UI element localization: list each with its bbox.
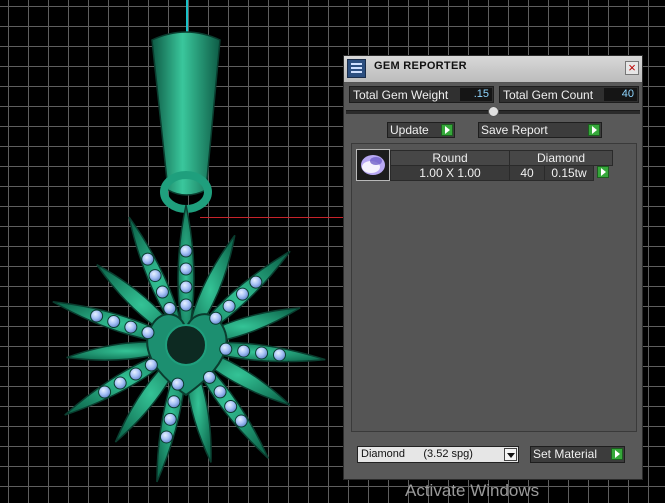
activate-windows-watermark: Activate Windows bbox=[405, 481, 540, 500]
gem-stone bbox=[90, 309, 104, 323]
gem-stone bbox=[159, 430, 173, 444]
title-bar[interactable]: GEM REPORTER × bbox=[344, 56, 642, 83]
total-gem-weight-field: Total Gem Weight .15 bbox=[349, 86, 494, 103]
gem-reporter-panel: GEM REPORTER × Total Gem Weight .15 Tota… bbox=[343, 55, 643, 480]
gem-stone bbox=[179, 262, 193, 276]
gem-stone bbox=[224, 399, 238, 413]
total-gem-count-field: Total Gem Count 40 bbox=[499, 86, 639, 103]
total-gem-count-label: Total Gem Count bbox=[503, 88, 594, 102]
gem-stone bbox=[148, 269, 162, 283]
gem-stone bbox=[155, 285, 169, 299]
gem-stone bbox=[141, 252, 155, 266]
bail bbox=[151, 31, 221, 196]
gem-weight-cell: 0.15tw bbox=[544, 165, 594, 181]
close-button[interactable]: × bbox=[625, 61, 639, 75]
go-arrow-icon bbox=[588, 124, 600, 136]
update-button-label: Update bbox=[390, 123, 429, 137]
material-select[interactable]: Diamond (3.52 spg) bbox=[357, 446, 519, 463]
panel-title: GEM REPORTER bbox=[374, 60, 467, 72]
total-gem-count-value: 40 bbox=[604, 88, 637, 101]
gem-stone bbox=[209, 311, 223, 325]
gem-stone bbox=[107, 315, 121, 329]
gem-stone bbox=[235, 287, 249, 301]
go-arrow-icon bbox=[597, 166, 609, 178]
gem-count-cell: 40 bbox=[509, 165, 545, 181]
gem-stone bbox=[167, 395, 181, 409]
gem-stone bbox=[237, 344, 251, 358]
save-report-button[interactable]: Save Report bbox=[478, 122, 602, 138]
gem-stone bbox=[98, 385, 112, 399]
gem-stone bbox=[249, 275, 263, 289]
gem-stone bbox=[179, 280, 193, 294]
slider-thumb[interactable] bbox=[488, 106, 499, 117]
gem-stone bbox=[213, 385, 227, 399]
gem-row-go-button[interactable] bbox=[594, 165, 610, 181]
gem-size-cell: 1.00 X 1.00 bbox=[390, 165, 510, 181]
gem-list: Round Diamond 1.00 X 1.00 40 0.15tw bbox=[351, 143, 637, 432]
gem-stone bbox=[113, 376, 127, 390]
gem-material-header: Diamond bbox=[509, 150, 613, 166]
go-arrow-icon bbox=[441, 124, 453, 136]
gem-stone bbox=[163, 301, 177, 315]
gem-stone bbox=[179, 298, 193, 312]
save-report-button-label: Save Report bbox=[481, 123, 548, 137]
total-gem-weight-value: .15 bbox=[460, 88, 492, 101]
go-arrow-icon bbox=[611, 448, 623, 460]
gem-stone bbox=[129, 367, 143, 381]
gem-stone bbox=[179, 244, 193, 258]
gem-stone bbox=[171, 377, 185, 391]
center-gem-cluster bbox=[165, 324, 207, 366]
update-button[interactable]: Update bbox=[387, 122, 455, 138]
gem-reporter-icon bbox=[347, 59, 366, 78]
total-gem-weight-label: Total Gem Weight bbox=[353, 88, 449, 102]
material-select-value: Diamond (3.52 spg) bbox=[361, 448, 473, 460]
gem-stone bbox=[255, 346, 269, 360]
close-icon: × bbox=[628, 60, 636, 75]
gem-stone bbox=[222, 299, 236, 313]
round-gem-icon[interactable] bbox=[356, 149, 390, 181]
gem-stone bbox=[234, 414, 248, 428]
gem-stone bbox=[203, 370, 217, 384]
gem-stone bbox=[124, 320, 138, 334]
gem-stone bbox=[144, 358, 158, 372]
gem-stone bbox=[219, 342, 233, 356]
gem-stone bbox=[141, 326, 155, 340]
gem-stone bbox=[272, 348, 286, 362]
set-material-button[interactable]: Set Material bbox=[530, 446, 625, 463]
gem-stone bbox=[163, 412, 177, 426]
set-material-button-label: Set Material bbox=[533, 447, 598, 461]
gem-shape-header: Round bbox=[390, 150, 510, 166]
chevron-down-icon[interactable] bbox=[504, 448, 517, 461]
